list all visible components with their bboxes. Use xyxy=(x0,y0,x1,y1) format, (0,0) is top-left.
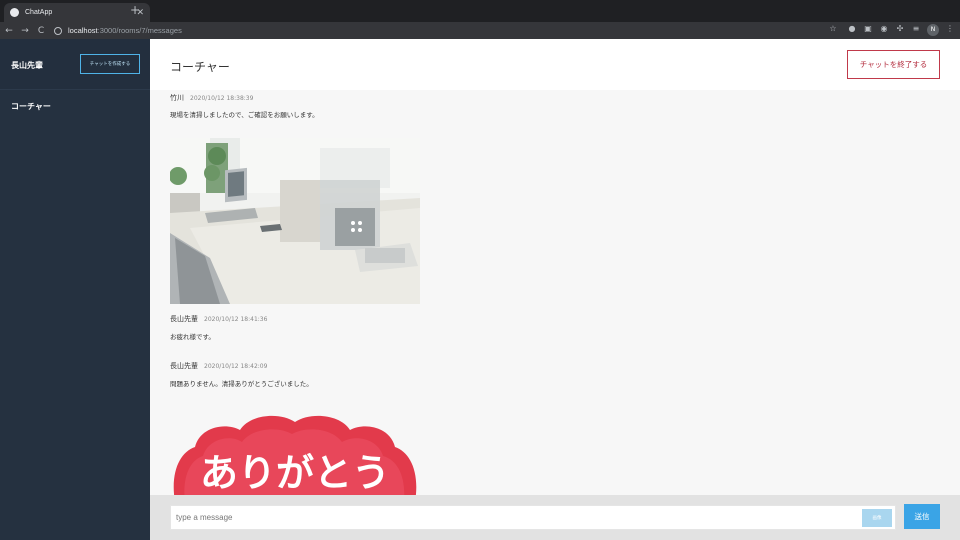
bookmark-star-icon[interactable]: ☆ xyxy=(827,24,839,37)
message-time: 2020/10/12 18:38:39 xyxy=(190,95,254,102)
message-author: 長山先輩 xyxy=(170,315,198,323)
message-meta: 長山先輩 2020/10/12 18:41:36 xyxy=(170,314,267,324)
extension-circle-icon[interactable]: ● xyxy=(846,24,858,37)
extension-box-icon[interactable]: ▣ xyxy=(862,24,874,37)
thank-you-sticker: ありがとう xyxy=(170,412,420,495)
message-text: 問題ありません。清掃ありがとうございました。 xyxy=(170,380,313,388)
message-author: 竹川 xyxy=(170,94,184,102)
message-text: 現場を清掃しましたので、ご確認をお願いします。 xyxy=(170,111,319,119)
image-upload-button[interactable]: 画像 xyxy=(862,508,892,527)
reload-icon[interactable]: C xyxy=(34,26,48,36)
chat-main: コーチャー チャットを終了する 竹川 2020/10/12 18:38:39 現… xyxy=(150,39,960,540)
back-icon[interactable]: ← xyxy=(2,26,16,36)
message-list[interactable]: 竹川 2020/10/12 18:38:39 現場を清掃しましたので、ご確認をお… xyxy=(150,90,960,495)
message-meta: 竹川 2020/10/12 18:38:39 xyxy=(170,93,253,103)
globe-icon xyxy=(10,8,19,17)
message-text: お疲れ様です。 xyxy=(170,333,215,341)
chat-header: コーチャー チャットを終了する xyxy=(150,39,960,90)
url-path: :3000/rooms/7/messages xyxy=(97,26,182,35)
send-button[interactable]: 送信 xyxy=(904,504,940,529)
extension-badge-icon[interactable]: ◉ xyxy=(878,24,890,37)
new-tab-button[interactable]: + xyxy=(130,3,140,17)
address-bar[interactable]: localhost:3000/rooms/7/messages xyxy=(54,24,840,37)
forward-icon[interactable]: → xyxy=(18,26,32,36)
message-input-box: 画像 xyxy=(170,505,896,530)
room-item[interactable]: コーチャー xyxy=(11,101,51,112)
office-photo xyxy=(170,138,420,304)
message-time: 2020/10/12 18:41:36 xyxy=(204,316,268,323)
message-meta: 長山先輩 2020/10/12 18:42:09 xyxy=(170,361,267,371)
room-title: コーチャー xyxy=(170,60,230,74)
composer: 画像 送信 xyxy=(150,495,960,540)
profile-avatar[interactable]: N xyxy=(927,24,939,36)
puzzle-icon[interactable]: ✣ xyxy=(894,24,906,37)
url-host: localhost xyxy=(68,26,98,35)
create-chat-button[interactable]: チャットを作成する xyxy=(80,54,140,74)
media-icon[interactable]: ≡ xyxy=(910,24,922,37)
sticker-text: ありがとう xyxy=(200,451,391,495)
browser-tab[interactable]: ChatApp ✕ xyxy=(4,3,150,22)
sidebar-header: 長山先輩 チャットを作成する xyxy=(0,39,150,90)
menu-icon[interactable]: ⋮ xyxy=(944,24,956,37)
end-chat-button[interactable]: チャットを終了する xyxy=(847,50,940,79)
sidebar: 長山先輩 チャットを作成する コーチャー xyxy=(0,39,150,540)
message-time: 2020/10/12 18:42:09 xyxy=(204,363,268,370)
site-info-icon[interactable] xyxy=(54,26,62,35)
current-user-name: 長山先輩 xyxy=(11,61,43,70)
browser-tabbar: ChatApp ✕ + xyxy=(0,0,960,22)
message-input[interactable] xyxy=(171,506,862,529)
tab-title: ChatApp xyxy=(25,9,53,16)
message-author: 長山先輩 xyxy=(170,362,198,370)
